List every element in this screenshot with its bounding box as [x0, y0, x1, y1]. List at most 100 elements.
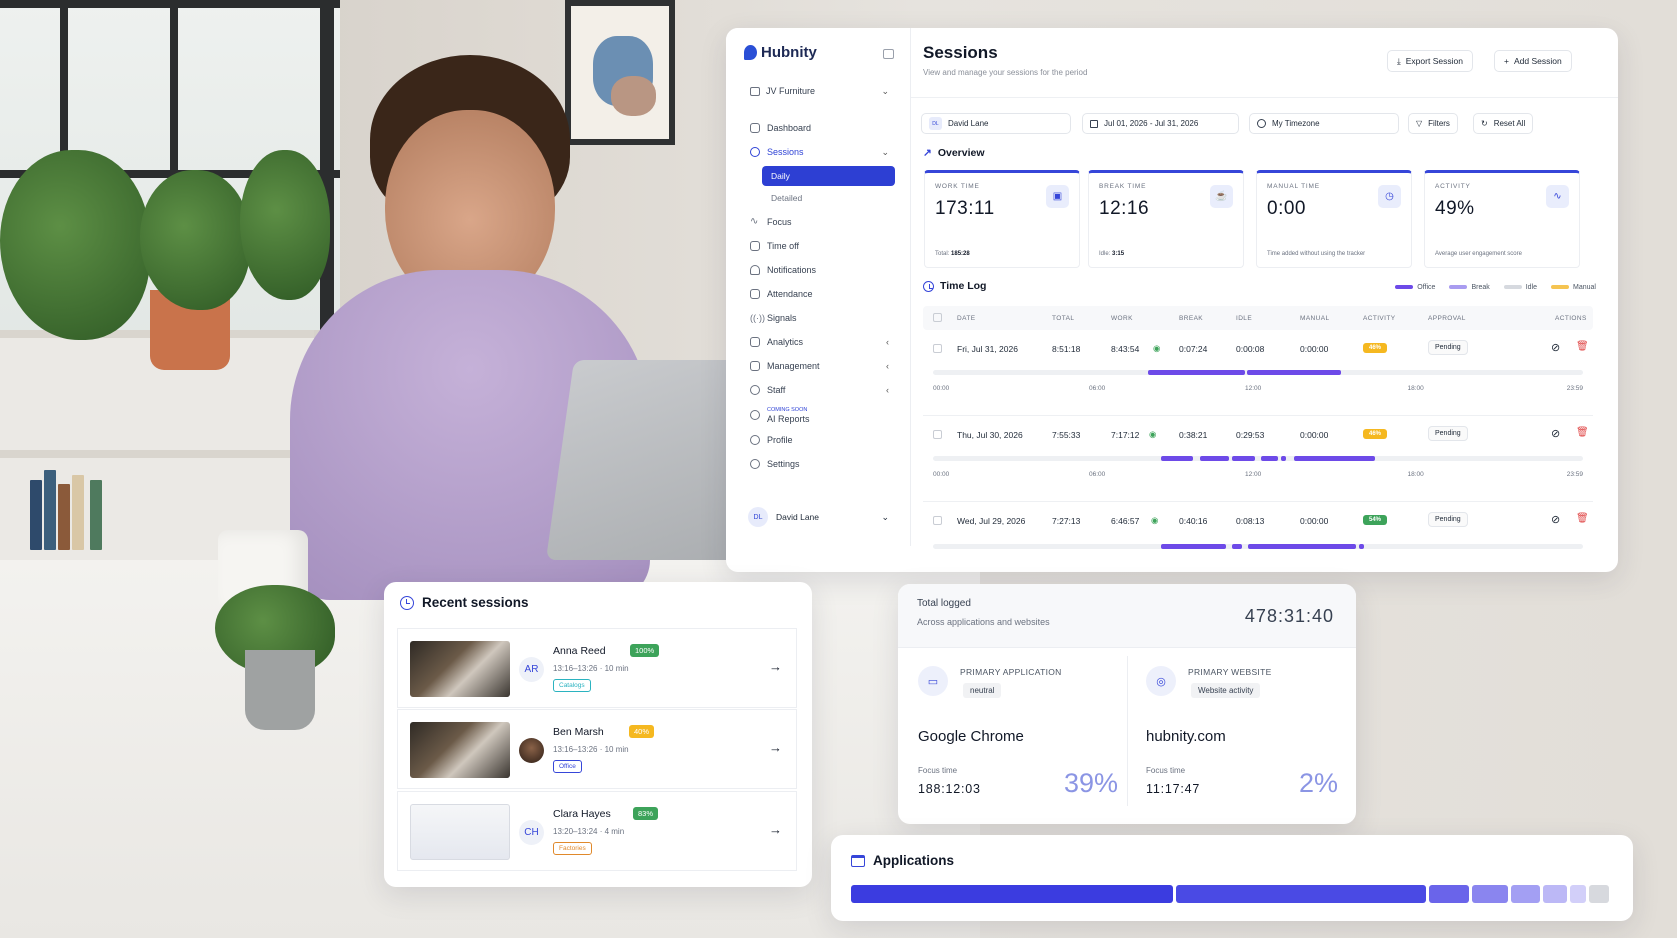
stat-note: Idle: 3:15 — [1099, 251, 1124, 257]
sidebar-item-attendance[interactable]: Attendance — [742, 282, 895, 306]
note-value: 3:15 — [1112, 251, 1125, 257]
app-usage-segment[interactable] — [851, 885, 1174, 903]
activity-badge: 46% — [1363, 429, 1388, 439]
users-icon — [750, 385, 760, 395]
reset-all-button[interactable]: ↻ Reset All — [1473, 113, 1534, 134]
app-usage-segment[interactable] — [1588, 885, 1609, 903]
approve-icon[interactable]: ⊘ — [1551, 427, 1560, 440]
legend-idle: Idle — [1503, 284, 1537, 291]
activity-badge: 40% — [629, 725, 655, 738]
sidebar-item-focus[interactable]: ∿ Focus — [742, 210, 895, 234]
cell-total: 8:51:18 — [1052, 344, 1081, 354]
session-screenshot[interactable] — [410, 641, 510, 697]
overview-heading: ↗ Overview — [923, 147, 985, 159]
sidebar-item-time-off[interactable]: Time off — [742, 234, 895, 258]
card-title: Applications — [873, 853, 955, 868]
sidebar-item-sessions[interactable]: Sessions ⌄ — [742, 140, 895, 164]
session-time: 13:20–13:24 · 4 min — [553, 827, 625, 836]
gear-icon — [750, 459, 760, 469]
focus-label: Focus time — [1146, 766, 1186, 775]
sidebar-item-signals[interactable]: ((·)) Signals — [742, 306, 895, 330]
sidebar-item-management[interactable]: Management ‹ — [742, 354, 895, 378]
stat-note: Time added without using the tracker — [1267, 251, 1365, 257]
note-label: Average user engagement score — [1435, 251, 1522, 257]
avatar: DL — [929, 117, 942, 130]
user-filter[interactable]: DL David Lane — [921, 113, 1071, 134]
arrow-right-icon[interactable]: → — [769, 740, 782, 755]
filter-label: Reset All — [1493, 119, 1526, 128]
user-menu[interactable]: DL David Lane ⌄ — [742, 502, 895, 532]
session-item[interactable]: AR Anna Reed 100% 13:16–13:26 · 10 min C… — [397, 628, 797, 708]
briefcase-icon — [750, 361, 760, 371]
column-header: BREAK — [1179, 314, 1204, 322]
session-item[interactable]: CH Clara Hayes 83% 13:20–13:24 · 4 min F… — [397, 791, 797, 871]
verified-icon: ◉ — [1151, 515, 1159, 525]
select-all-checkbox[interactable] — [933, 313, 942, 322]
user-name: David Lane — [776, 512, 820, 522]
tick-label: 00:00 — [933, 471, 950, 478]
subnav-daily[interactable]: Daily — [762, 166, 895, 186]
org-switcher[interactable]: JV Furniture ⌄ — [742, 78, 895, 104]
card-title: Total logged — [917, 598, 971, 609]
app-usage-segment[interactable] — [1428, 885, 1470, 903]
category-badge: neutral — [963, 683, 1002, 698]
column-header: APPROVAL — [1428, 314, 1466, 322]
legend-label: Break — [1471, 284, 1490, 291]
stat-note: Total: 185:28 — [935, 251, 970, 257]
nav-label: Time off — [767, 241, 800, 251]
date-range-filter[interactable]: Jul 01, 2026 - Jul 31, 2026 — [1082, 113, 1239, 134]
logo[interactable]: Hubnity — [744, 44, 817, 61]
focus-percent: 39% — [1063, 768, 1118, 798]
activity-badge: 54% — [1363, 515, 1388, 525]
arrow-right-icon[interactable]: → — [769, 659, 782, 674]
approve-icon[interactable]: ⊘ — [1551, 513, 1560, 526]
sidebar-item-dashboard[interactable]: Dashboard — [742, 116, 895, 140]
session-screenshot[interactable] — [410, 804, 510, 860]
row-checkbox[interactable] — [933, 430, 942, 439]
app-usage-segment[interactable] — [1176, 885, 1426, 903]
export-session-button[interactable]: ⤓ Export Session — [1387, 50, 1473, 72]
column-header: TOTAL — [1052, 314, 1075, 322]
sidebar-item-settings[interactable]: Settings — [742, 452, 895, 476]
applications-usage-bar[interactable] — [851, 885, 1609, 903]
app-usage-segment[interactable] — [1472, 885, 1509, 903]
table-row[interactable]: Fri, Jul 31, 2026 8:51:18 8:43:54 ◉ 0:07… — [923, 330, 1593, 416]
tick-label: 18:00 — [1407, 385, 1424, 392]
table-row[interactable]: Wed, Jul 29, 2026 7:27:13 6:46:57 ◉ 0:40… — [923, 502, 1593, 572]
sidebar-item-notifications[interactable]: Notifications — [742, 258, 895, 282]
row-checkbox[interactable] — [933, 344, 942, 353]
legend-manual: Manual — [1551, 284, 1596, 291]
session-screenshot[interactable] — [410, 722, 510, 778]
day-timeline — [933, 456, 1583, 461]
table-row[interactable]: Thu, Jul 30, 2026 7:55:33 7:17:12 ◉ 0:38… — [923, 416, 1593, 502]
approve-icon[interactable]: ⊘ — [1551, 341, 1560, 354]
approval-status: Pending — [1428, 426, 1468, 441]
sidebar-item-profile[interactable]: Profile — [742, 428, 895, 452]
arrow-right-icon[interactable]: → — [769, 822, 782, 837]
app-usage-segment[interactable] — [1511, 885, 1540, 903]
app-usage-segment[interactable] — [1569, 885, 1586, 903]
sidebar-item-ai-reports[interactable]: COMING SOON AI Reports — [742, 402, 895, 428]
delete-icon[interactable]: 🗑 — [1576, 341, 1589, 352]
timezone-filter[interactable]: My Timezone — [1249, 113, 1399, 134]
subnav-detailed[interactable]: Detailed — [762, 188, 895, 208]
add-session-button[interactable]: + Add Session — [1494, 50, 1572, 72]
app-usage-segment[interactable] — [1542, 885, 1567, 903]
focus-percent: 2% — [1298, 768, 1338, 798]
clock-icon: ◷ — [1378, 185, 1401, 208]
timeline-segment — [1160, 544, 1226, 549]
cell-manual: 0:00:00 — [1300, 430, 1329, 440]
delete-icon[interactable]: 🗑 — [1576, 427, 1589, 438]
sidebar-item-analytics[interactable]: Analytics ‹ — [742, 330, 895, 354]
main-content: Sessions View and manage your sessions f… — [911, 28, 1618, 572]
session-tag: Factories — [553, 842, 592, 855]
row-checkbox[interactable] — [933, 516, 942, 525]
filters-button[interactable]: ▽ Filters — [1408, 113, 1458, 134]
legend-swatch — [1503, 285, 1522, 290]
collapse-sidebar-icon[interactable] — [883, 49, 894, 59]
session-item[interactable]: Ben Marsh 40% 13:16–13:26 · 10 min Offic… — [397, 709, 797, 789]
delete-icon[interactable]: 🗑 — [1576, 513, 1589, 524]
sidebar-item-staff[interactable]: Staff ‹ — [742, 378, 895, 402]
nav-label: Settings — [767, 459, 800, 469]
chevron-down-icon: ⌄ — [881, 146, 889, 157]
